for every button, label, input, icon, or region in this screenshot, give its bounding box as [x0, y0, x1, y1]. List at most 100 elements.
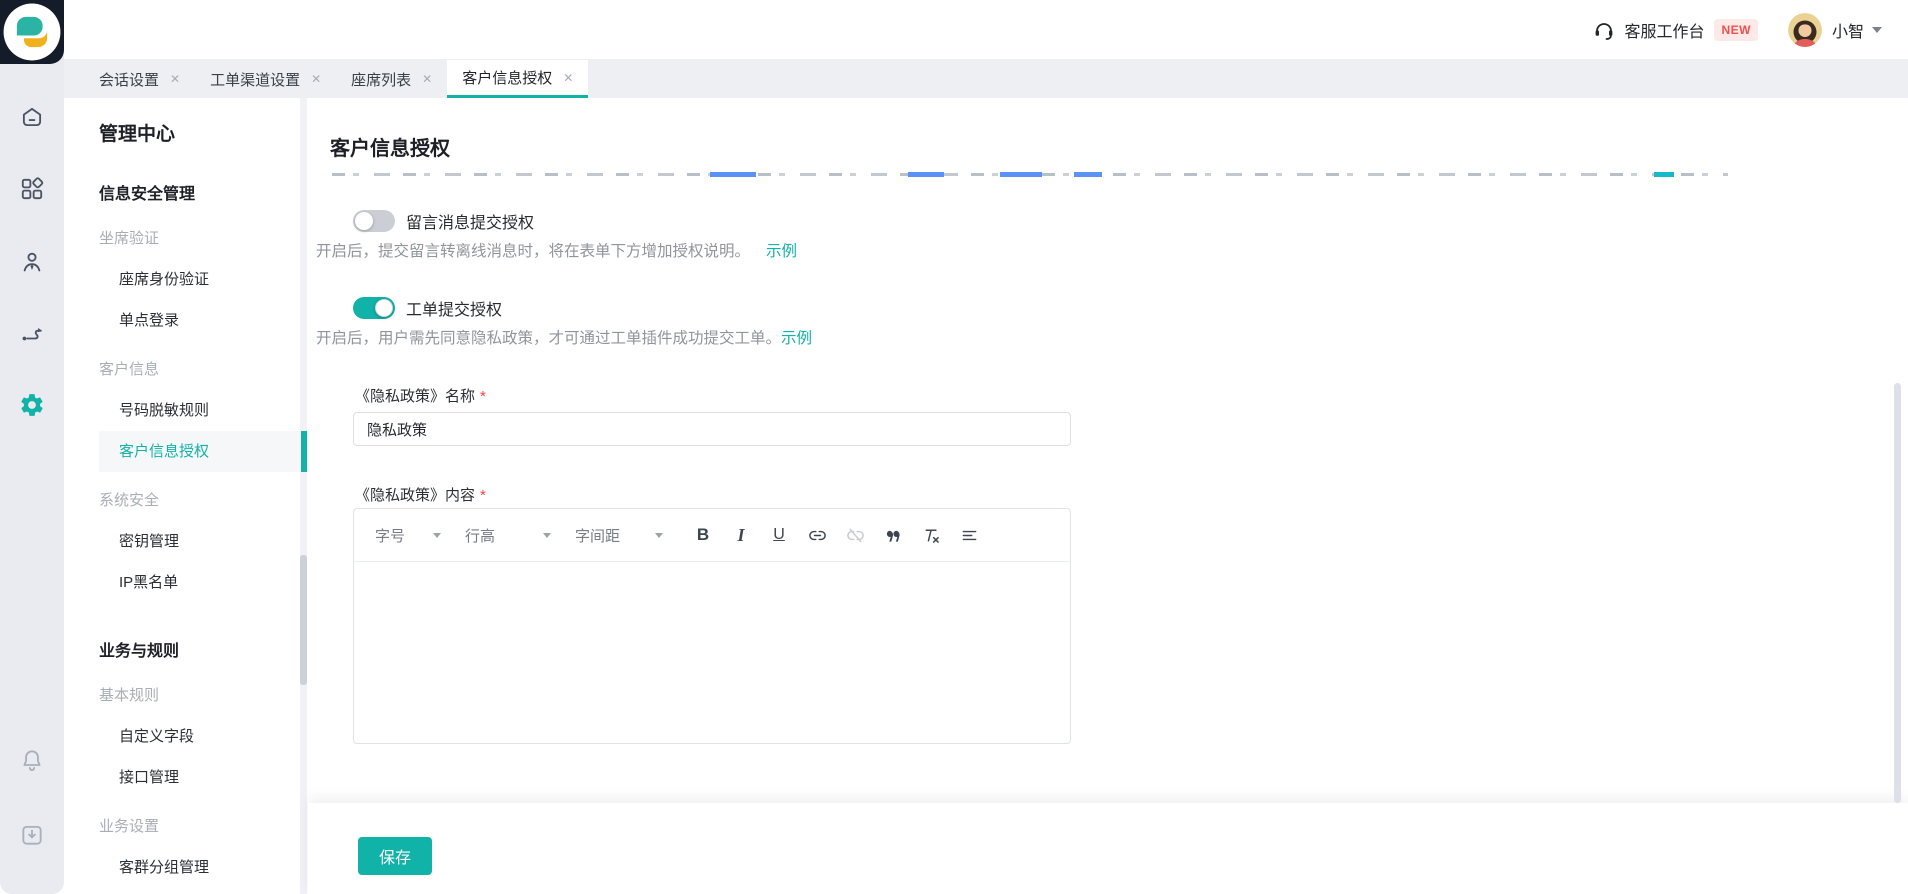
- workbench-switch[interactable]: 客服工作台 NEW: [1592, 18, 1758, 42]
- username: 小智: [1831, 23, 1864, 41]
- example-link[interactable]: 示例: [766, 243, 797, 260]
- dropdown-label: 行高: [465, 527, 496, 545]
- ticket-auth-toggle[interactable]: [353, 297, 395, 319]
- chevron-down-icon: [543, 532, 551, 538]
- tab-label: 座席列表: [351, 71, 412, 89]
- sidebar-section-header: 业务与规则: [99, 643, 180, 660]
- left-rail: [0, 0, 64, 894]
- page-title: 客户信息授权: [330, 138, 450, 161]
- sidebar-menu: 管理中心 信息安全管理坐席验证 座席身份验证 单点登录客户信息 号码脱敏规则 客户信息授…: [64, 98, 308, 894]
- message-auth-toggle[interactable]: [353, 210, 395, 232]
- example-link[interactable]: 示例: [781, 330, 812, 347]
- sidebar-item[interactable]: 密钥管理: [64, 521, 308, 562]
- required-asterisk: *: [480, 388, 486, 405]
- sidebar-scrollbar-track[interactable]: [300, 98, 307, 894]
- avatar: [1787, 12, 1822, 47]
- sidebar-group-label[interactable]: 基本规则: [64, 675, 308, 716]
- bold-button[interactable]: B: [691, 522, 715, 548]
- underline-button[interactable]: U: [767, 522, 791, 548]
- sidebar-item[interactable]: 客户信息授权: [99, 431, 308, 472]
- sidebar-title: 管理中心: [99, 124, 176, 145]
- sidebar-item[interactable]: 单点登录: [64, 300, 308, 341]
- tab-label: 会话设置: [99, 71, 160, 89]
- description-text: 开启后，用户需先同意隐私政策，才可通过工单插件成功提交工单。: [316, 330, 782, 347]
- workflow-route-icon[interactable]: [19, 319, 45, 345]
- clear-format-icon[interactable]: [919, 522, 943, 548]
- editor-toolbar: 字号 行高 字间距 B I U: [354, 509, 1070, 562]
- sidebar-item[interactable]: IP黑名单: [64, 562, 308, 603]
- sidebar-active-indicator: [301, 431, 307, 472]
- tab-label: 客户信息授权: [462, 70, 553, 87]
- footer-bar: 保存: [308, 803, 1908, 894]
- sidebar-item[interactable]: 座席身份验证: [64, 259, 308, 300]
- tab-item[interactable]: 会话设置 ✕: [84, 60, 195, 98]
- sidebar-group-label[interactable]: 业务设置: [64, 806, 308, 847]
- ticket-auth-label: 工单提交授权: [406, 302, 503, 319]
- line-height-dropdown[interactable]: 行高: [465, 525, 551, 546]
- toggle-knob: [355, 212, 373, 230]
- sidebar-scrollbar-thumb[interactable]: [300, 555, 307, 685]
- sidebar-group-label[interactable]: 客户信息: [64, 349, 308, 390]
- chevron-down-icon: [1872, 26, 1882, 33]
- tab-close-icon[interactable]: ✕: [563, 72, 573, 84]
- new-badge: NEW: [1714, 18, 1758, 41]
- label-text: 《隐私政策》内容: [355, 487, 476, 504]
- insert-link-icon[interactable]: [805, 522, 829, 548]
- tab-item[interactable]: 客户信息授权 ✕: [447, 60, 589, 98]
- chevron-down-icon: [433, 532, 441, 538]
- tab-bar: 会话设置 ✕ 工单渠道设置 ✕ 座席列表 ✕ 客户信息授权 ✕: [64, 59, 1908, 98]
- window-scrollbar-thumb[interactable]: [1894, 383, 1901, 803]
- sidebar-item[interactable]: 客群分组管理: [64, 847, 308, 888]
- sidebar-item[interactable]: 号码脱敏规则: [64, 390, 308, 431]
- tab-item[interactable]: 工单渠道设置 ✕: [195, 60, 336, 98]
- support-headset-icon: [1596, 22, 1613, 40]
- sidebar-group-label[interactable]: 系统安全: [64, 480, 308, 521]
- tab-close-icon[interactable]: ✕: [311, 73, 321, 85]
- dropdown-label: 字号: [375, 527, 406, 545]
- sidebar-section-header: 信息安全管理: [99, 186, 196, 203]
- tab-item[interactable]: 座席列表 ✕: [336, 60, 447, 98]
- editor-content-area[interactable]: [354, 562, 1070, 743]
- ticket-auth-description: 开启后，用户需先同意隐私政策，才可通过工单插件成功提交工单。示例: [316, 329, 812, 349]
- privacy-name-label: 《隐私政策》名称 *: [355, 385, 486, 406]
- label-text: 《隐私政策》名称: [355, 388, 476, 405]
- download-tray-icon[interactable]: [19, 822, 45, 848]
- sidebar-item[interactable]: 自定义字段: [64, 716, 308, 757]
- privacy-content-label: 《隐私政策》内容 *: [355, 484, 486, 505]
- sidebar-item[interactable]: 接口管理: [64, 757, 308, 798]
- tab-close-icon[interactable]: ✕: [422, 73, 432, 85]
- logo-icon: [3, 3, 61, 61]
- font-size-dropdown[interactable]: 字号: [375, 525, 441, 546]
- user-menu[interactable]: 小智: [1787, 12, 1882, 47]
- sidebar-sections: 信息安全管理坐席验证 座席身份验证 单点登录客户信息 号码脱敏规则 客户信息授权系统安全…: [64, 180, 308, 888]
- message-auth-label: 留言消息提交授权: [406, 215, 535, 232]
- ticket-auth-toggle-row: 工单提交授权: [353, 296, 502, 320]
- tab-close-icon[interactable]: ✕: [170, 73, 180, 85]
- home-icon[interactable]: [19, 104, 45, 130]
- italic-button[interactable]: I: [729, 522, 753, 548]
- apps-grid-icon[interactable]: [19, 176, 45, 202]
- privacy-name-input[interactable]: [353, 412, 1071, 446]
- remove-link-icon[interactable]: [843, 522, 867, 548]
- message-auth-description: 开启后，提交留言转离线消息时，将在表单下方增加授权说明。 示例: [316, 242, 797, 262]
- tab-label: 工单渠道设置: [210, 71, 301, 89]
- toggle-knob: [375, 299, 393, 317]
- workbench-label: 客服工作台: [1624, 23, 1705, 41]
- rich-text-editor: 字号 行高 字间距 B I U: [353, 508, 1071, 744]
- agent-person-icon[interactable]: [19, 249, 45, 275]
- clipped-text-remnants: [332, 172, 1728, 177]
- sidebar-group-label[interactable]: 坐席验证: [64, 218, 308, 259]
- quote-icon[interactable]: [881, 522, 905, 548]
- top-header-bar: 客服工作台 NEW 小智: [64, 0, 1908, 59]
- align-left-icon[interactable]: [957, 522, 981, 548]
- message-auth-toggle-row: 留言消息提交授权: [353, 209, 534, 233]
- app-logo[interactable]: [0, 0, 64, 64]
- chevron-down-icon: [655, 532, 663, 538]
- main-content: 客户信息授权 留言消息提交授权 开启后，提交留言转离线消息时，将在表单下方增加授…: [308, 98, 1908, 894]
- letter-spacing-dropdown[interactable]: 字间距: [575, 525, 663, 546]
- dropdown-label: 字间距: [575, 527, 621, 545]
- save-button[interactable]: 保存: [358, 837, 432, 875]
- required-asterisk: *: [480, 487, 486, 504]
- notifications-bell-icon[interactable]: [19, 747, 45, 773]
- settings-gear-icon[interactable]: [19, 392, 45, 418]
